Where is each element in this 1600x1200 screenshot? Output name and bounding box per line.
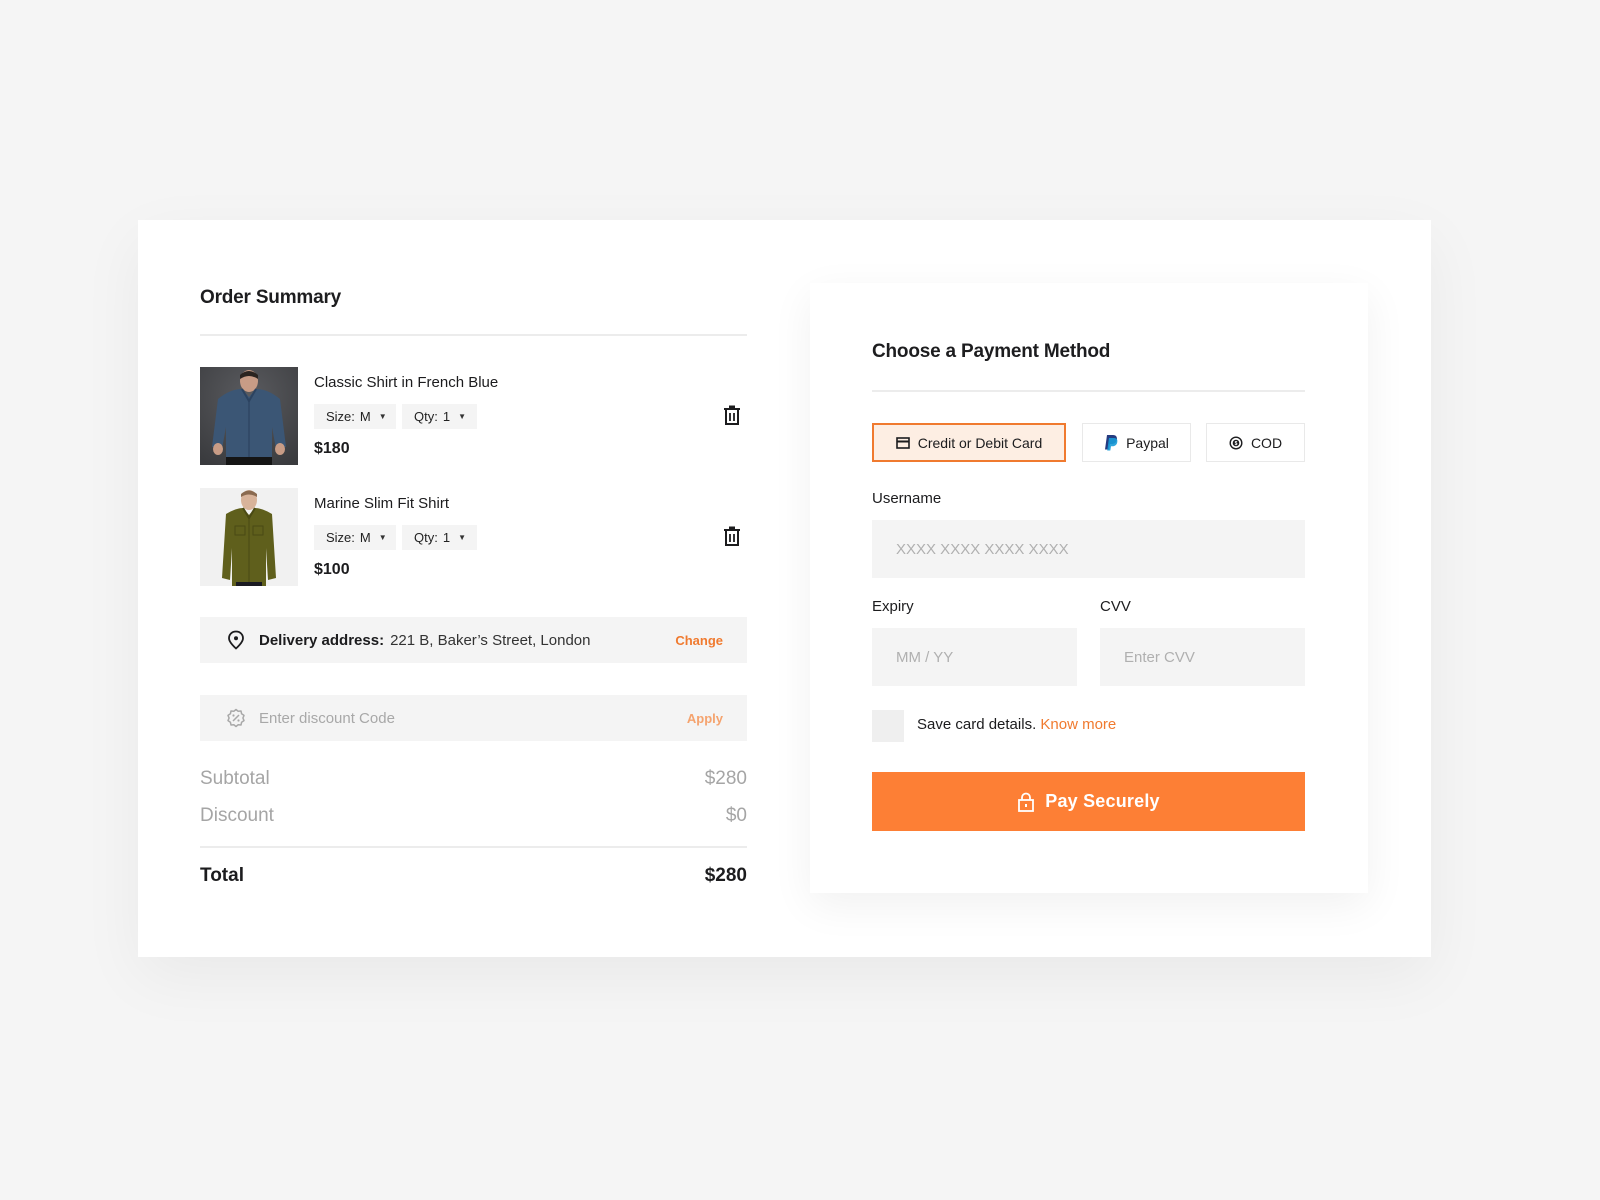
divider (872, 390, 1305, 392)
product-price: $180 (314, 440, 350, 457)
caret-down-icon: ▼ (458, 533, 466, 542)
cart-item: Classic Shirt in French Blue Size: M ▼ Q… (200, 367, 747, 465)
shirt-olive-photo-icon (200, 488, 298, 586)
caret-down-icon: ▼ (458, 412, 466, 421)
expiry-input[interactable] (872, 628, 1077, 686)
product-image[interactable] (200, 367, 298, 465)
expiry-label: Expiry (872, 598, 914, 615)
payment-method-label: COD (1250, 434, 1283, 451)
qty-label: Qty: (414, 409, 438, 424)
divider (200, 334, 747, 336)
size-value: M (359, 409, 371, 424)
checkout-container: Order Summary Classic Shirt in French Bl… (138, 220, 1431, 957)
discount-badge-icon (227, 708, 245, 728)
cvv-input[interactable] (1100, 628, 1305, 686)
discount-code-input[interactable] (259, 709, 687, 727)
total-label: Total (200, 865, 244, 886)
shirt-blue-photo-icon (200, 367, 298, 465)
qty-value: 1 (442, 409, 451, 424)
delivery-address-bar: Delivery address: 221 B, Baker’s Street,… (200, 617, 747, 663)
product-name: Classic Shirt in French Blue (314, 374, 499, 391)
size-value: M (359, 530, 371, 545)
pay-button-label: Pay Securely (1045, 791, 1160, 811)
size-label: Size: (326, 409, 355, 424)
discount-code-bar: Apply (200, 695, 747, 741)
payment-title: Choose a Payment Method (872, 341, 1111, 362)
discount-value: $0 (725, 805, 747, 826)
size-dropdown[interactable]: Size: M ▼ (314, 404, 396, 429)
discount-label: Discount (200, 805, 274, 826)
subtotal-row: Subtotal $280 (200, 768, 747, 790)
caret-down-icon: ▼ (378, 412, 387, 421)
cvv-label: CVV (1100, 598, 1131, 615)
lock-icon (1018, 792, 1035, 812)
product-price: $100 (314, 561, 350, 578)
save-card-label: Save card details. (917, 716, 1037, 733)
product-name: Marine Slim Fit Shirt (314, 495, 450, 512)
subtotal-label: Subtotal (200, 768, 270, 789)
save-card-checkbox[interactable] (872, 710, 904, 742)
cash-coin-icon: $ (1229, 435, 1243, 450)
cart-item: Marine Slim Fit Shirt Size: M ▼ Qty: 1 ▼… (200, 488, 747, 586)
caret-down-icon: ▼ (378, 533, 387, 542)
divider (200, 846, 747, 848)
size-label: Size: (326, 530, 355, 545)
order-summary-title: Order Summary (200, 287, 342, 308)
payment-panel: Choose a Payment Method Credit or Debit … (810, 283, 1368, 893)
trash-icon[interactable] (723, 526, 741, 546)
change-address-link[interactable]: Change (675, 633, 723, 648)
total-value: $280 (704, 865, 747, 886)
size-dropdown[interactable]: Size: M ▼ (314, 525, 396, 550)
delivery-address-value: 221 B, Baker’s Street, London (390, 631, 591, 649)
payment-method-label: Paypal (1126, 434, 1169, 451)
save-card-text: Save card details. Know more (917, 716, 1116, 733)
svg-text:$: $ (1235, 441, 1238, 447)
payment-method-label: Credit or Debit Card (917, 434, 1043, 451)
subtotal-value: $280 (704, 768, 747, 789)
username-label: Username (872, 490, 942, 507)
payment-method-card[interactable]: Credit or Debit Card (872, 423, 1066, 462)
qty-label: Qty: (414, 530, 438, 545)
username-input[interactable] (872, 520, 1305, 578)
qty-value: 1 (442, 530, 451, 545)
know-more-link[interactable]: Know more (1040, 716, 1116, 733)
delivery-address-label: Delivery address: (259, 631, 385, 649)
credit-card-icon (895, 436, 910, 449)
trash-icon[interactable] (723, 405, 741, 425)
apply-discount-button[interactable]: Apply (687, 711, 723, 726)
payment-method-paypal[interactable]: Paypal (1082, 423, 1191, 462)
paypal-icon (1105, 435, 1118, 451)
total-row: Total $280 (200, 865, 747, 887)
pay-securely-button[interactable]: Pay Securely (872, 772, 1305, 831)
discount-row: Discount $0 (200, 805, 747, 827)
payment-method-cod[interactable]: $ COD (1206, 423, 1305, 462)
location-pin-icon (228, 630, 244, 650)
qty-dropdown[interactable]: Qty: 1 ▼ (402, 404, 477, 429)
qty-dropdown[interactable]: Qty: 1 ▼ (402, 525, 477, 550)
product-image[interactable] (200, 488, 298, 586)
